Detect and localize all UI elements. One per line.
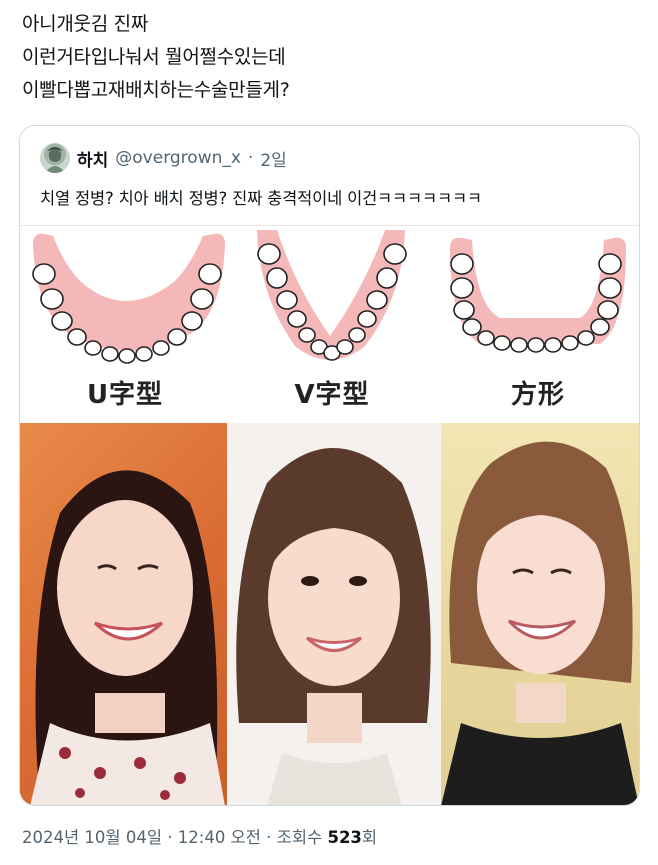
square-dental-arch-diagram (440, 226, 635, 366)
u-shaped-dental-arch-diagram (25, 226, 230, 366)
separator-dot: · (266, 828, 272, 847)
tweet-time[interactable]: 12:40 오전 (178, 828, 261, 847)
smiling-woman-photo-3 (441, 423, 639, 805)
tweet-line: 아니개웃김 진짜 (22, 13, 149, 35)
face-photos-row (20, 423, 639, 805)
tweet-text: 아니개웃김 진짜 이런거타입나눠서 뭘어쩔수있는데 이빨다뽑고재배치하는수술만들… (22, 8, 642, 107)
quoted-user-name[interactable]: 하치 (77, 146, 108, 171)
v-shaped-dental-arch-diagram (235, 226, 430, 366)
quoted-user-handle[interactable]: @overgrown_x (115, 148, 241, 168)
views-label: 조회수 (276, 828, 323, 847)
quoted-tweet-header: 하치 @overgrown_x · 2일 (40, 143, 287, 173)
v-shape-label: V字型 (294, 380, 370, 410)
quoted-tweet-image[interactable]: U字型 V字型 方形 (20, 225, 639, 805)
u-shape-label: U字型 (86, 380, 164, 410)
square-shape-label: 方形 (510, 380, 565, 410)
separator-dot: · (167, 828, 173, 847)
views-count: 523 (327, 828, 362, 847)
views-suffix: 회 (361, 828, 378, 847)
separator-dot: · (247, 148, 254, 168)
quoted-tweet-card[interactable]: 하치 @overgrown_x · 2일 치열 정병? 치아 배치 정병? 진짜… (19, 125, 640, 806)
tweet-metadata: 2024년 10월 04일 · 12:40 오전 · 조회수 523회 (22, 824, 377, 848)
profile-avatar-icon[interactable] (40, 143, 70, 173)
tweet-date[interactable]: 2024년 10월 04일 (22, 828, 162, 847)
tweet-line: 이런거타입나눠서 뭘어쩔수있는데 (22, 46, 286, 68)
smiling-woman-photo-2 (227, 423, 441, 805)
smiling-woman-photo-1 (20, 423, 227, 805)
quoted-tweet-time[interactable]: 2일 (260, 146, 286, 171)
tweet-line: 이빨다뽑고재배치하는수술만들게? (22, 79, 290, 101)
quoted-tweet-text: 치열 정병? 치아 배치 정병? 진짜 충격적이네 이건ㅋㅋㅋㅋㅋㅋㅋ (40, 189, 482, 208)
